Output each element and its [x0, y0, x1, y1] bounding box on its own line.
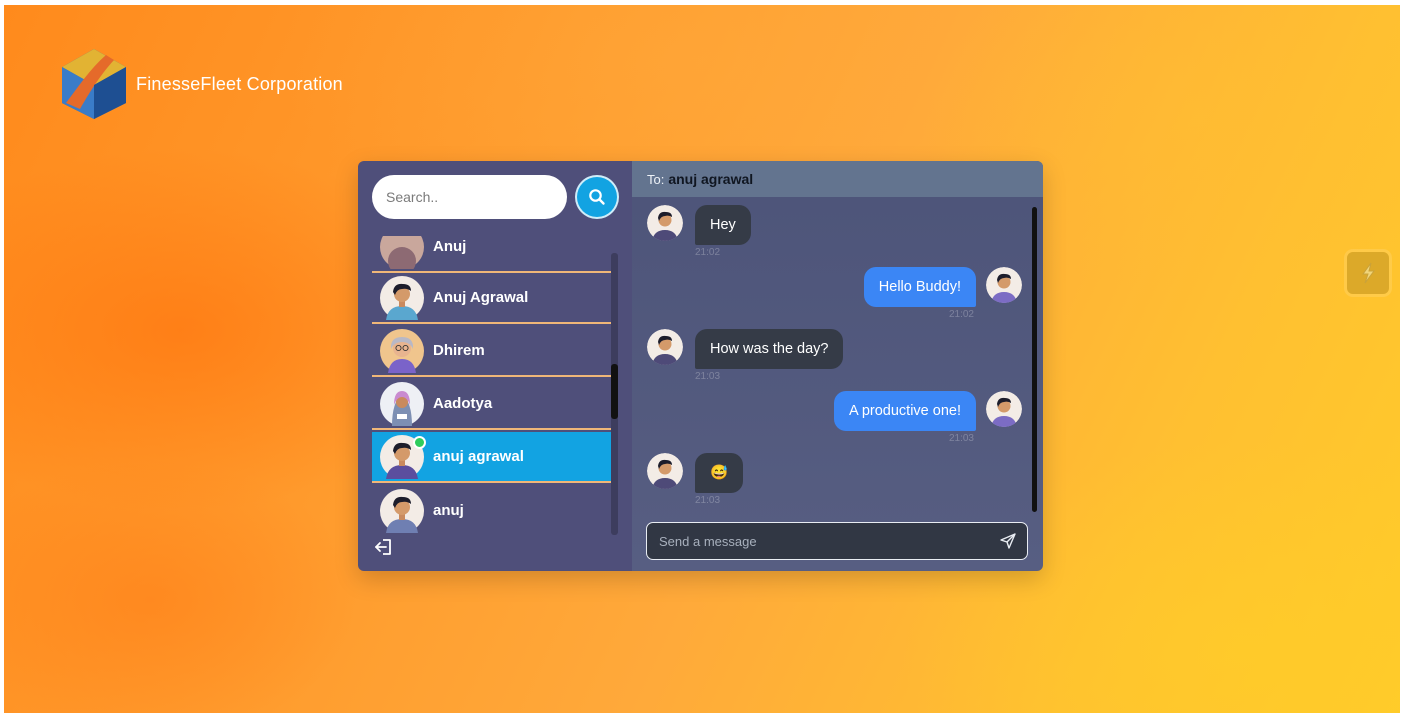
message-time: 21:03 — [948, 433, 974, 444]
logout-icon[interactable] — [374, 537, 394, 557]
search-button[interactable] — [575, 175, 619, 219]
message-time: 21:03 — [695, 495, 721, 506]
message-incoming: Hey 21:02 — [647, 205, 751, 258]
avatar — [647, 453, 683, 489]
contact-list: Anuj Anuj Agrawal Dhirem Aadotya anuj ag… — [372, 236, 611, 536]
contact-item[interactable]: Aadotya — [372, 379, 611, 430]
search-input[interactable] — [372, 175, 567, 219]
contact-name: Anuj — [433, 238, 467, 255]
conversation-panel: To: anuj agrawal Hey 21:02 Hello Buddy! — [632, 161, 1043, 571]
avatar — [380, 434, 426, 479]
avatar — [380, 488, 424, 533]
contact-item[interactable]: Dhirem — [372, 326, 611, 377]
message-outgoing: A productive one! 21:03 — [833, 391, 1022, 444]
chat-header: To: anuj agrawal — [632, 161, 1043, 197]
message-input[interactable] — [657, 532, 999, 550]
contact-item[interactable]: Anuj — [372, 236, 611, 273]
avatar — [380, 275, 424, 320]
search-bar — [372, 175, 619, 219]
avatar — [380, 236, 424, 269]
message-bubble: Hey — [695, 205, 751, 245]
online-status-indicator — [413, 435, 426, 449]
contact-name: Aadotya — [433, 395, 493, 412]
contacts-sidebar: Anuj Anuj Agrawal — [358, 161, 632, 571]
message-outgoing: Hello Buddy! 21:02 — [863, 267, 1022, 320]
message-incoming: How was the day? 21:03 — [647, 329, 844, 382]
contact-item[interactable]: anuj — [372, 485, 611, 536]
message-bubble: 😅 — [695, 453, 744, 493]
message-time: 21:02 — [948, 309, 974, 320]
brand: FinesseFleet Corporation — [60, 47, 343, 121]
side-tool-button[interactable] — [1347, 252, 1389, 294]
avatar — [986, 391, 1022, 427]
send-button[interactable] — [999, 532, 1017, 550]
message-composer — [646, 522, 1028, 560]
message-time: 21:03 — [695, 371, 721, 382]
chat-window: Anuj Anuj Agrawal — [358, 161, 1043, 571]
avatar — [647, 205, 683, 241]
avatar — [647, 329, 683, 365]
brand-name: FinesseFleet Corporation — [136, 73, 343, 94]
contacts-scrollbar-thumb[interactable] — [611, 364, 618, 419]
contact-item-active[interactable]: anuj agrawal — [372, 432, 611, 483]
contact-name: anuj — [433, 502, 464, 519]
message-bubble: How was the day? — [695, 329, 844, 369]
contact-name: Dhirem — [433, 342, 485, 359]
message-time: 21:02 — [695, 247, 721, 258]
messages-scrollbar[interactable] — [1032, 207, 1037, 512]
recipient-name: anuj agrawal — [668, 171, 754, 187]
message-incoming: 😅 21:03 — [647, 453, 744, 506]
search-icon — [589, 189, 605, 205]
avatar — [986, 267, 1022, 303]
send-icon — [1000, 533, 1016, 549]
lightning-icon — [1362, 262, 1375, 284]
message-bubble: Hello Buddy! — [863, 267, 976, 307]
contact-item[interactable]: Anuj Agrawal — [372, 273, 611, 324]
avatar — [380, 328, 424, 373]
to-label: To: — [647, 171, 665, 187]
hexagon-cube-logo-icon — [62, 49, 126, 119]
contact-name: Anuj Agrawal — [433, 289, 529, 306]
message-bubble: A productive one! — [833, 391, 976, 431]
contact-name: anuj agrawal — [433, 448, 524, 465]
avatar — [380, 381, 424, 426]
